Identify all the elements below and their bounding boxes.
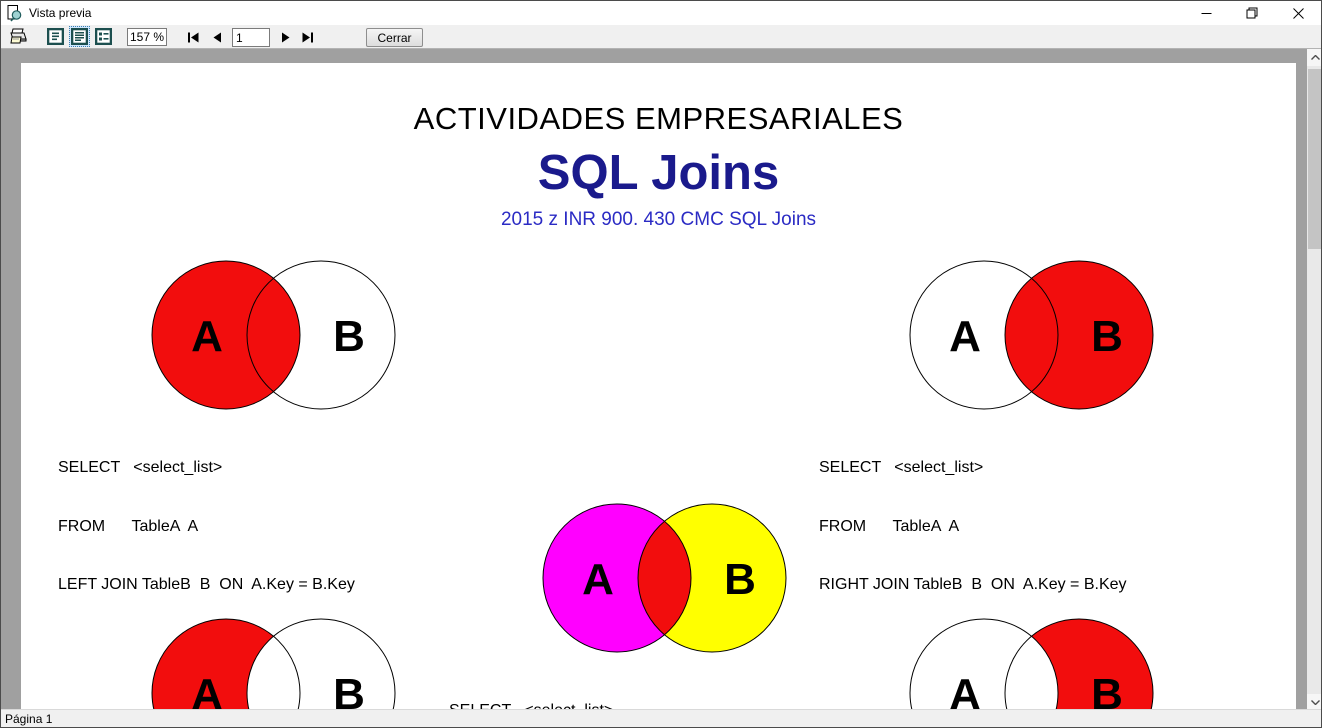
full-page-view-button[interactable]: [69, 26, 90, 47]
circle-b-label: B: [333, 312, 365, 361]
document-page: ACTIVIDADES EMPRESARIALES SQL Joins 2015…: [21, 63, 1296, 711]
sql-line: SELECT <select_list>: [58, 459, 223, 476]
last-page-icon: [302, 32, 313, 43]
chevron-down-icon: [1310, 700, 1320, 705]
scrollbar-thumb[interactable]: [1308, 69, 1321, 249]
titlebar: Vista previa: [1, 1, 1321, 25]
first-page-icon: [188, 32, 199, 43]
cerrar-button[interactable]: Cerrar: [366, 28, 423, 47]
document-title: ACTIVIDADES EMPRESARIALES: [413, 101, 904, 136]
next-page-button[interactable]: [278, 29, 293, 46]
statusbar: Página 1: [1, 709, 1321, 727]
printer-icon: [10, 28, 27, 44]
sql-line: FROM TableA A: [58, 517, 199, 535]
circle-a-label: A: [191, 312, 223, 361]
document-subtitle: SQL Joins: [537, 146, 780, 200]
full-page-view-icon: [71, 28, 88, 45]
sql-right-join: SELECT <select_list> FROM TableA A RIGHT…: [819, 419, 1127, 634]
zoom-input[interactable]: [127, 28, 167, 46]
detail-view-button[interactable]: [93, 26, 114, 47]
sql-line: FROM TableA A: [819, 517, 960, 535]
prev-page-icon: [213, 32, 221, 43]
print-preview-window: Vista previa 157 % 1 Cerrar ACTIVIDADES …: [0, 0, 1322, 728]
sql-line: LEFT JOIN TableB B ON A.Key = B.Key: [58, 576, 355, 593]
prev-page-button[interactable]: [210, 29, 225, 46]
page-number-input[interactable]: [232, 28, 270, 47]
detail-view-icon: [95, 28, 112, 45]
circle-b-label: B: [1091, 312, 1123, 361]
circle-b-label: B: [333, 670, 365, 711]
circle-a-label: A: [582, 555, 614, 604]
document-subtitle2: 2015 z INR 900. 430 CMC SQL Joins: [500, 209, 817, 230]
print-button[interactable]: [6, 26, 30, 47]
circle-a-label: A: [191, 670, 223, 711]
venn-inner-join: A B: [542, 503, 787, 653]
chevron-up-icon: [1310, 55, 1320, 60]
window-title: Vista previa: [29, 6, 92, 20]
minimize-icon: [1201, 12, 1211, 14]
vertical-scrollbar[interactable]: [1307, 49, 1321, 711]
venn-left-excluding-join: A B: [151, 618, 396, 711]
sql-line: RIGHT JOIN TableB B ON A.Key = B.Key: [819, 576, 1127, 593]
last-page-button[interactable]: [300, 29, 315, 46]
venn-left-join: A B: [151, 260, 396, 410]
venn-right-excluding-join: A B: [909, 618, 1154, 711]
caption-buttons: [1183, 1, 1321, 25]
page-view-icon: [47, 28, 64, 45]
print-preview-icon: [7, 4, 22, 22]
circle-b-label: B: [724, 555, 756, 604]
minimize-button[interactable]: [1183, 1, 1229, 25]
status-page-label: Página 1: [5, 711, 53, 726]
close-icon: [1292, 7, 1304, 19]
sql-left-join: SELECT <select_list> FROM TableA A LEFT …: [58, 419, 355, 634]
sql-line: SELECT <select_list>: [819, 459, 984, 476]
preview-area: ACTIVIDADES EMPRESARIALES SQL Joins 2015…: [1, 49, 1321, 711]
restore-button[interactable]: [1229, 1, 1275, 25]
circle-b-label: B: [1091, 670, 1123, 711]
next-page-icon: [282, 32, 290, 43]
restore-icon: [1246, 7, 1258, 19]
close-window-button[interactable]: [1275, 1, 1321, 25]
circle-a-label: A: [949, 312, 981, 361]
toolbar: Cerrar: [1, 25, 1321, 49]
circle-a-label: A: [949, 670, 981, 711]
scroll-up-button[interactable]: [1307, 49, 1321, 66]
single-page-view-button[interactable]: [45, 26, 66, 47]
venn-right-join: A B: [909, 260, 1154, 410]
sql-inner-join: SELECT <select_list> FROM TableA A INNER…: [449, 662, 757, 711]
first-page-button[interactable]: [186, 29, 201, 46]
